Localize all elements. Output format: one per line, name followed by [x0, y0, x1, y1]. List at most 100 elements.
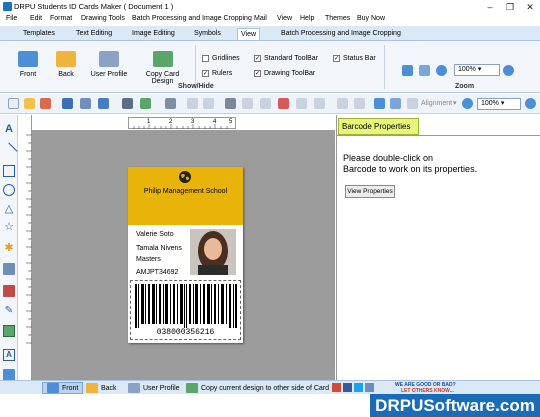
- new-icon[interactable]: [8, 98, 19, 109]
- paste-icon[interactable]: [260, 98, 271, 109]
- zoom-out-icon[interactable]: [525, 98, 536, 109]
- menu-edit[interactable]: Edit: [30, 15, 42, 22]
- toolbar-zoom-combo[interactable]: 100% ▾: [477, 98, 521, 110]
- menu-mail[interactable]: Mail: [254, 15, 267, 22]
- share-icon[interactable]: [365, 383, 374, 392]
- delete-icon[interactable]: [278, 98, 289, 109]
- export-icon[interactable]: [98, 98, 109, 109]
- menu-bar: File Edit Format Drawing Tools Batch Pro…: [0, 14, 540, 26]
- save-icon[interactable]: [62, 98, 73, 109]
- library-tool-icon[interactable]: [3, 285, 15, 297]
- redo-icon[interactable]: [203, 98, 214, 109]
- menu-batch-processing[interactable]: Batch Processing and Image Cropping: [132, 15, 252, 22]
- unlock-icon[interactable]: [354, 98, 365, 109]
- status-bar-checkbox[interactable]: ✓ Status Bar: [333, 55, 376, 62]
- close-doc-icon[interactable]: [40, 98, 51, 109]
- group-icon[interactable]: [296, 98, 307, 109]
- back-button[interactable]: Back: [54, 51, 78, 78]
- user-profile-button[interactable]: User Profile: [90, 51, 128, 78]
- actual-size-icon[interactable]: [419, 65, 430, 76]
- student-photo[interactable]: [190, 229, 236, 275]
- zoom-in-icon[interactable]: [436, 65, 447, 76]
- drawing-toolbar-label: Drawing ToolBar: [264, 70, 316, 77]
- user-profile-icon: [128, 383, 140, 393]
- bottom-toolbar: Front Back User Profile Copy current des…: [0, 380, 540, 394]
- minimize-button[interactable]: –: [480, 0, 500, 14]
- star-tool-icon[interactable]: ☆: [3, 221, 15, 233]
- tab-text-editing[interactable]: Text Editing: [73, 28, 115, 40]
- close-button[interactable]: ✕: [520, 0, 540, 14]
- alignment-icon[interactable]: [407, 98, 418, 109]
- twitter-icon[interactable]: [354, 383, 363, 392]
- student-name[interactable]: Valerie Soto: [136, 231, 174, 238]
- menu-drawing-tools[interactable]: Drawing Tools: [81, 15, 125, 22]
- ellipse-tool-icon[interactable]: [3, 184, 15, 196]
- watermark-tool-icon[interactable]: A: [3, 349, 15, 361]
- bottom-user-profile-button[interactable]: User Profile: [128, 382, 180, 394]
- print-icon[interactable]: [122, 98, 133, 109]
- drawing-toolbar-checkbox[interactable]: ✓ Drawing ToolBar: [254, 70, 315, 77]
- tab-image-editing[interactable]: Image Editing: [129, 28, 178, 40]
- bottom-back-button[interactable]: Back: [86, 382, 117, 394]
- save-as-icon[interactable]: [80, 98, 91, 109]
- text-tool-icon[interactable]: A: [3, 123, 15, 135]
- tab-templates[interactable]: Templates: [20, 28, 58, 40]
- google-plus-icon[interactable]: [332, 383, 341, 392]
- front-button[interactable]: Front: [15, 51, 41, 78]
- tab-batch-processing[interactable]: Batch Processing and Image Cropping: [278, 28, 404, 40]
- user-profile-label: User Profile: [90, 71, 128, 78]
- menu-view[interactable]: View: [277, 15, 292, 22]
- id-card[interactable]: Philip Management School Valerie Soto Ta…: [128, 167, 243, 343]
- menu-buy-now[interactable]: Buy Now: [357, 15, 385, 22]
- bottom-front-label: Front: [62, 384, 79, 392]
- menu-help[interactable]: Help: [300, 15, 314, 22]
- fit-page-icon[interactable]: [402, 65, 413, 76]
- zoom-in-icon[interactable]: [462, 98, 473, 109]
- panel-message-line2: Barcode to work on its properties.: [343, 164, 478, 174]
- actual-size-icon[interactable]: [390, 98, 401, 109]
- standard-toolbar-checkbox[interactable]: ✓ Standard ToolBar: [254, 55, 318, 62]
- line-tool-icon[interactable]: [0, 142, 18, 160]
- barcode-object[interactable]: 038000356216: [130, 280, 241, 340]
- tab-symbols[interactable]: Symbols: [191, 28, 224, 40]
- standard-toolbar: Alignment ▾ 100% ▾: [0, 94, 540, 114]
- ribbon-zoom-combo[interactable]: 100% ▾: [454, 64, 500, 76]
- ungroup-icon[interactable]: [314, 98, 325, 109]
- open-icon[interactable]: [24, 98, 35, 109]
- zoom-out-icon[interactable]: [503, 65, 514, 76]
- barcode-tool-icon[interactable]: [3, 325, 15, 337]
- bottom-front-button[interactable]: Front: [42, 382, 84, 394]
- signature-tool-icon[interactable]: ✎: [3, 305, 15, 317]
- lock-icon[interactable]: [337, 98, 348, 109]
- alignment-dropdown-icon[interactable]: ▾: [453, 99, 457, 107]
- school-name[interactable]: Philip Management School: [128, 188, 243, 195]
- tab-view[interactable]: View: [237, 28, 261, 40]
- menu-format[interactable]: Format: [50, 15, 72, 22]
- copy-design-icon[interactable]: [165, 98, 176, 109]
- gridlines-checkbox[interactable]: Gridlines: [202, 55, 240, 62]
- rulers-checkbox[interactable]: ✓ Rulers: [202, 70, 232, 77]
- triangle-tool-icon[interactable]: △: [3, 203, 15, 215]
- undo-icon[interactable]: [187, 98, 198, 109]
- rectangle-tool-icon[interactable]: [3, 165, 15, 177]
- facebook-icon[interactable]: [343, 383, 352, 392]
- menu-file[interactable]: File: [6, 15, 17, 22]
- view-properties-button[interactable]: View Properties: [345, 185, 395, 198]
- feedback-banner[interactable]: WE ARE GOOD OR BAD? LET OTHERS KNOW...: [395, 382, 456, 394]
- parent-name[interactable]: Tamala Nivens: [136, 245, 182, 252]
- fit-window-icon[interactable]: [374, 98, 385, 109]
- cut-icon[interactable]: [225, 98, 236, 109]
- barcode-bars: [135, 284, 237, 328]
- brand-logo: DRPUSoftware.com: [370, 394, 540, 417]
- copy-card-design-button[interactable]: Copy Card Design: [135, 51, 190, 85]
- restore-button[interactable]: ❐: [500, 0, 520, 14]
- image-tool-icon[interactable]: [3, 263, 15, 275]
- menu-themes[interactable]: Themes: [325, 15, 350, 22]
- barcode-properties-tab[interactable]: Barcode Properties: [338, 118, 419, 135]
- student-id[interactable]: AMJPT34692: [136, 269, 178, 276]
- course-name[interactable]: Masters: [136, 256, 161, 263]
- bottom-copy-design-button[interactable]: Copy current design to other side of Car…: [186, 382, 329, 394]
- print-preview-icon[interactable]: [140, 98, 151, 109]
- copy-icon[interactable]: [242, 98, 253, 109]
- symbol-tool-icon[interactable]: ✱: [3, 242, 15, 254]
